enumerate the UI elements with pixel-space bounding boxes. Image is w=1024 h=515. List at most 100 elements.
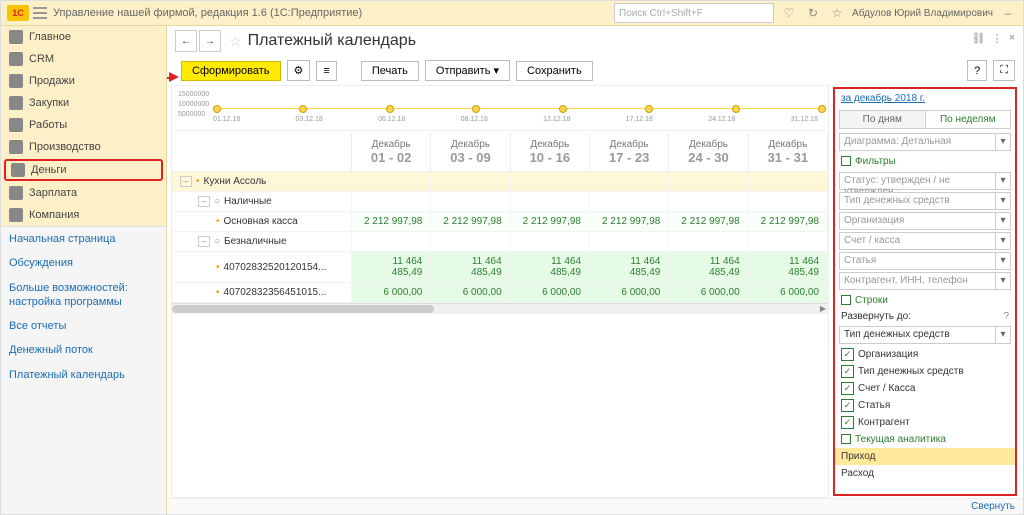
row-label[interactable]: –•Кухни Ассоль xyxy=(172,172,352,192)
subnav-item-2[interactable]: Больше возможностей: настройка программы xyxy=(1,276,166,315)
filter-1[interactable]: Тип денежных средств xyxy=(839,192,996,210)
cell xyxy=(669,172,748,192)
collapse-link[interactable]: Свернуть xyxy=(971,501,1015,512)
nav-item-1[interactable]: CRM xyxy=(1,48,166,70)
rows-header[interactable]: Строки xyxy=(835,292,1015,309)
check-1[interactable]: ✓Тип денежных средств xyxy=(835,363,1015,380)
link-icon[interactable]: ⛓ xyxy=(972,32,986,45)
filter-5[interactable]: Контрагент, ИНН, телефон xyxy=(839,272,996,290)
filter-3[interactable]: Счет / касса xyxy=(839,232,996,250)
cell xyxy=(511,232,590,252)
bell-icon[interactable]: ♡ xyxy=(780,4,798,22)
cell xyxy=(511,172,590,192)
check-4[interactable]: ✓Контрагент xyxy=(835,414,1015,431)
help-button[interactable]: ? xyxy=(967,60,987,81)
cell xyxy=(431,232,510,252)
analytic-0[interactable]: Приход xyxy=(835,448,1015,465)
send-button[interactable]: Отправить ▾ xyxy=(425,60,510,81)
app-logo: 1C xyxy=(7,5,29,21)
user-name[interactable]: Абдулов Юрий Владимирович xyxy=(852,8,993,19)
cell xyxy=(352,232,431,252)
nav-item-2[interactable]: Продажи xyxy=(1,70,166,92)
cell xyxy=(749,192,828,212)
analytics-header: Текущая аналитика xyxy=(835,431,1015,448)
filter-2[interactable]: Организация xyxy=(839,212,996,230)
nav-item-5[interactable]: Производство xyxy=(1,136,166,158)
more-icon[interactable]: ⋮ xyxy=(992,32,1003,45)
search-input[interactable]: Поиск Ctrl+Shift+F xyxy=(614,3,774,23)
subnav-item-0[interactable]: Начальная страница xyxy=(1,227,166,251)
cell xyxy=(669,192,748,212)
analytic-1[interactable]: Расход xyxy=(835,465,1015,482)
cell: 11 464 485,49 xyxy=(511,252,590,283)
generate-button[interactable]: Сформировать xyxy=(181,61,281,81)
settings-button[interactable]: ⚙ xyxy=(287,60,311,81)
row-label[interactable]: •40702832356451015... xyxy=(172,283,352,303)
fullscreen-button[interactable]: ⛶ xyxy=(993,60,1015,81)
filter-4[interactable]: Статья xyxy=(839,252,996,270)
nav-item-3[interactable]: Закупки xyxy=(1,92,166,114)
check-3[interactable]: ✓Статья xyxy=(835,397,1015,414)
tab-by-days[interactable]: По дням xyxy=(840,111,925,128)
expand-select[interactable]: Тип денежных средств xyxy=(839,326,996,344)
row-label[interactable]: •40702832520120154... xyxy=(172,252,352,283)
row-label[interactable]: –○Наличные xyxy=(172,192,352,212)
cell: 2 212 997,98 xyxy=(749,212,828,232)
cell: 6 000,00 xyxy=(590,283,669,303)
settings-panel: за декабрь 2018 г. По дням По неделям Ди… xyxy=(833,87,1017,496)
cell xyxy=(590,192,669,212)
subnav-item-4[interactable]: Денежный поток xyxy=(1,338,166,362)
cell: 6 000,00 xyxy=(669,283,748,303)
cell xyxy=(431,192,510,212)
window-title: Управление нашей фирмой, редакция 1.6 (1… xyxy=(53,7,362,19)
filter-0[interactable]: Статус: утвержден / не утвержден xyxy=(839,172,996,190)
cell: 6 000,00 xyxy=(749,283,828,303)
cell: 11 464 485,49 xyxy=(352,252,431,283)
minimize-icon[interactable]: – xyxy=(999,4,1017,22)
nav-item-4[interactable]: Работы xyxy=(1,114,166,136)
diagram-select[interactable]: Диаграмма: Детальная xyxy=(839,133,996,151)
back-button[interactable]: ← xyxy=(175,30,197,52)
cell: 11 464 485,49 xyxy=(749,252,828,283)
cell: 11 464 485,49 xyxy=(431,252,510,283)
subnav-item-1[interactable]: Обсуждения xyxy=(1,251,166,275)
cell xyxy=(352,172,431,192)
check-0[interactable]: ✓Организация xyxy=(835,346,1015,363)
cell xyxy=(431,172,510,192)
cell: 11 464 485,49 xyxy=(590,252,669,283)
close-icon[interactable]: × xyxy=(1009,32,1015,45)
menu-icon[interactable] xyxy=(33,6,47,20)
tab-by-weeks[interactable]: По неделям xyxy=(925,111,1011,128)
cell: 2 212 997,98 xyxy=(511,212,590,232)
cell: 2 212 997,98 xyxy=(431,212,510,232)
row-label[interactable]: •Основная касса xyxy=(172,212,352,232)
cell xyxy=(511,192,590,212)
subnav-item-3[interactable]: Все отчеты xyxy=(1,314,166,338)
period-link[interactable]: за декабрь 2018 г. xyxy=(835,89,1015,108)
row-label[interactable]: –○Безналичные xyxy=(172,232,352,252)
horizontal-scrollbar[interactable]: ▶ xyxy=(172,303,828,314)
balance-chart: 15000000100000005000000 01.12.1803.12.18… xyxy=(178,90,822,131)
star-icon[interactable]: ☆ xyxy=(828,4,846,22)
cell xyxy=(590,232,669,252)
favorite-icon[interactable]: ☆ xyxy=(229,33,242,50)
forward-button[interactable]: → xyxy=(199,30,221,52)
nav-item-7[interactable]: Зарплата xyxy=(1,182,166,204)
variant-button[interactable]: ≡ xyxy=(316,61,336,81)
cell: 6 000,00 xyxy=(431,283,510,303)
cell xyxy=(749,232,828,252)
print-button[interactable]: Печать xyxy=(361,61,419,81)
cell xyxy=(749,172,828,192)
check-2[interactable]: ✓Счет / Касса xyxy=(835,380,1015,397)
nav-item-8[interactable]: Компания xyxy=(1,204,166,226)
page-title: Платежный календарь xyxy=(248,32,416,50)
cell xyxy=(352,192,431,212)
filters-header[interactable]: Фильтры xyxy=(835,153,1015,170)
history-icon[interactable]: ↻ xyxy=(804,4,822,22)
cell xyxy=(669,232,748,252)
subnav-item-5[interactable]: Платежный календарь xyxy=(1,363,166,387)
cell: 6 000,00 xyxy=(511,283,590,303)
nav-item-0[interactable]: Главное xyxy=(1,26,166,48)
save-button[interactable]: Сохранить xyxy=(516,61,593,81)
nav-item-6[interactable]: Деньги xyxy=(4,159,163,181)
